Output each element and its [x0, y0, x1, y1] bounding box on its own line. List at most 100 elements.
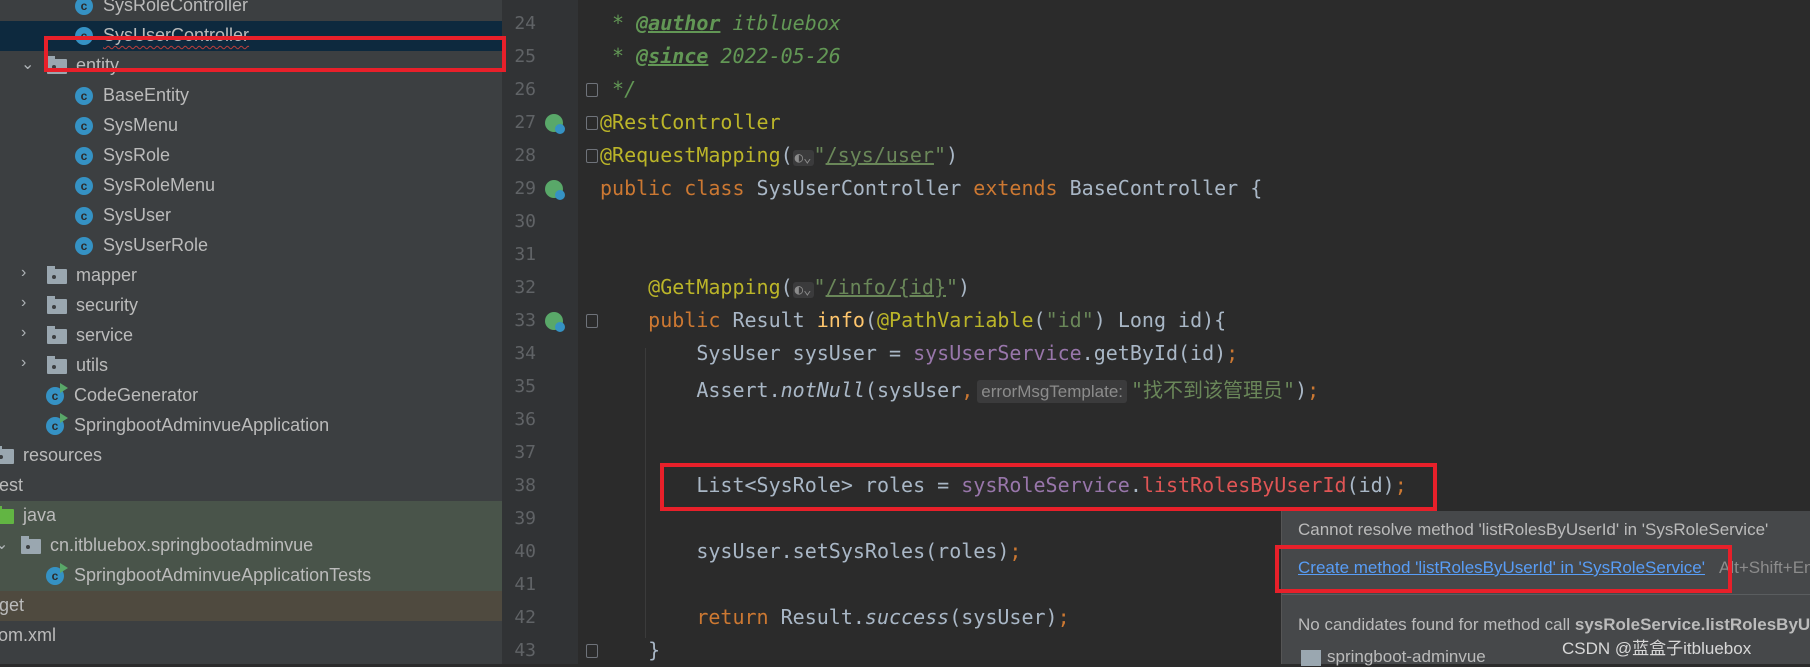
- runnable-class-icon: c: [46, 383, 68, 405]
- code-token: .getById(id): [1081, 341, 1227, 365]
- tree-item-label: java: [23, 505, 57, 525]
- line-number: 39: [514, 508, 536, 529]
- code-token: @since: [636, 44, 709, 68]
- code-token: return: [696, 605, 781, 629]
- project-tree-panel: cSysControllercSysRoleControllercSysUser…: [0, 0, 502, 664]
- tree-item-sysrole[interactable]: c SysRole: [0, 141, 502, 171]
- tree-item-springbootadminvueapplication[interactable]: c SpringbootAdminvueApplication: [0, 411, 502, 441]
- package-folder-icon: [21, 536, 41, 554]
- code-token: BaseController {: [1069, 176, 1263, 200]
- tree-item-sysrolecontroller[interactable]: c SysRoleController: [0, 0, 502, 21]
- line-number: 40: [514, 541, 536, 562]
- quick-fix-shortcut: Alt+Shift+Enter: [1718, 558, 1810, 577]
- code-token: extends: [973, 176, 1070, 200]
- code-token: Result.: [780, 605, 865, 629]
- fold-marker-icon[interactable]: [586, 149, 598, 163]
- code-token: @author: [636, 11, 721, 35]
- code-line[interactable]: }: [600, 638, 660, 662]
- code-line[interactable]: */: [600, 77, 636, 101]
- tree-item-label: security: [76, 295, 139, 315]
- chevron-right-icon[interactable]: ›: [21, 264, 26, 282]
- tree-item-utils[interactable]: › utils: [0, 351, 502, 381]
- module-name[interactable]: springboot-adminvue: [1327, 647, 1486, 667]
- code-line[interactable]: public Result info(@PathVariable("id") L…: [600, 308, 1226, 332]
- fold-marker-icon[interactable]: [586, 83, 598, 97]
- endpoint-icon[interactable]: [545, 312, 565, 332]
- code-token: /info/{id}: [825, 275, 946, 299]
- chevron-down-icon[interactable]: ⌄: [21, 54, 34, 74]
- line-number: 27: [514, 112, 536, 133]
- chevron-down-icon[interactable]: ⌄: [0, 534, 8, 554]
- tree-item-sysuser[interactable]: c SysUser: [0, 201, 502, 231]
- code-token: "找不到该管理员": [1131, 378, 1296, 402]
- chevron-right-icon[interactable]: ›: [21, 354, 26, 372]
- code-token: ": [813, 143, 826, 167]
- code-token: 2022-05-26: [708, 44, 841, 68]
- code-token: *: [600, 11, 637, 35]
- tree-item-test[interactable]: test: [0, 471, 502, 501]
- package-folder-icon: [47, 266, 67, 284]
- chevron-right-icon[interactable]: ›: [21, 294, 26, 312]
- tree-item-java[interactable]: java: [0, 501, 502, 531]
- resources-folder-icon: [0, 446, 14, 464]
- tree-item-cn-itbluebox-springbootadminvue[interactable]: ⌄ cn.itbluebox.springbootadminvue: [0, 531, 502, 561]
- code-line[interactable]: Assert.notNull(sysUser, errorMsgTemplate:…: [600, 374, 1319, 403]
- code-line[interactable]: * @author itbluebox: [600, 11, 841, 35]
- code-line[interactable]: return Result.success(sysUser);: [600, 605, 1070, 629]
- watermark: CSDN @蓝盒子itbluebox: [1562, 639, 1752, 658]
- tree-item-security[interactable]: › security: [0, 291, 502, 321]
- tree-item-pom-xml[interactable]: pom.xml: [0, 621, 502, 651]
- code-token: public: [648, 308, 733, 332]
- chevron-right-icon[interactable]: ›: [21, 324, 26, 342]
- code-line[interactable]: @RequestMapping(◐⌄ "/sys/user"): [600, 143, 958, 167]
- tree-item-label: CodeGenerator: [74, 385, 199, 405]
- tree-item-baseentity[interactable]: c BaseEntity: [0, 81, 502, 111]
- line-number: 24: [514, 13, 536, 34]
- fold-marker-icon[interactable]: [586, 314, 598, 328]
- spring-bean-class-icon[interactable]: [545, 180, 565, 200]
- code-line[interactable]: @GetMapping(◐⌄ "/info/{id}"): [600, 275, 970, 299]
- code-line[interactable]: SysUser sysUser = sysUserService.getById…: [600, 341, 1238, 365]
- globe-dropdown-icon: ◐⌄: [792, 150, 814, 166]
- globe-dropdown-icon: ◐⌄: [792, 282, 814, 298]
- tree-item-target[interactable]: target: [0, 591, 502, 621]
- fold-marker-icon[interactable]: [586, 116, 598, 130]
- code-token: ;: [1057, 605, 1070, 629]
- tree-item-codegenerator[interactable]: c CodeGenerator: [0, 381, 502, 411]
- fold-marker-icon[interactable]: [586, 644, 598, 658]
- spring-bean-icon[interactable]: [545, 114, 565, 134]
- code-token: (: [780, 143, 793, 167]
- class-icon: c: [75, 117, 93, 135]
- code-line[interactable]: * @since 2022-05-26: [600, 44, 841, 68]
- tree-item-label: SpringbootAdminvueApplication: [74, 415, 330, 435]
- code-token: @PathVariable: [876, 308, 1034, 332]
- line-number: 42: [514, 607, 536, 628]
- tree-item-label: SpringbootAdminvueApplicationTests: [74, 565, 372, 585]
- tree-item-sysuserrole[interactable]: c SysUserRole: [0, 231, 502, 261]
- code-line[interactable]: @RestController: [600, 110, 781, 134]
- tree-item-mapper[interactable]: › mapper: [0, 261, 502, 291]
- code-token: Result: [732, 308, 817, 332]
- code-line[interactable]: public class SysUserController extends B…: [600, 176, 1262, 200]
- line-number: 43: [514, 640, 536, 661]
- code-token: ;: [1009, 539, 1022, 563]
- tree-item-service[interactable]: › service: [0, 321, 502, 351]
- highlight-box-quick-fix: [1275, 545, 1732, 593]
- code-token: sysUser.setSysRoles(roles): [600, 539, 1010, 563]
- code-token: @RestController: [600, 110, 781, 134]
- runnable-class-icon: c: [46, 563, 68, 585]
- code-token: ): [958, 275, 971, 299]
- class-icon: c: [75, 207, 93, 225]
- tree-item-label: utils: [76, 355, 109, 375]
- tree-item-springbootadminvueapplicationtests[interactable]: c SpringbootAdminvueApplicationTests: [0, 561, 502, 591]
- tree-item-sysrolemenu[interactable]: c SysRoleMenu: [0, 171, 502, 201]
- code-token: notNull: [780, 378, 865, 402]
- class-icon: c: [75, 237, 93, 255]
- code-token: ;: [1226, 341, 1239, 365]
- code-line[interactable]: sysUser.setSysRoles(roles);: [600, 539, 1021, 563]
- tree-item-sysmenu[interactable]: c SysMenu: [0, 111, 502, 141]
- tree-item-resources[interactable]: resources: [0, 441, 502, 471]
- code-token: SysUser sysUser =: [600, 341, 914, 365]
- class-icon: c: [75, 0, 93, 15]
